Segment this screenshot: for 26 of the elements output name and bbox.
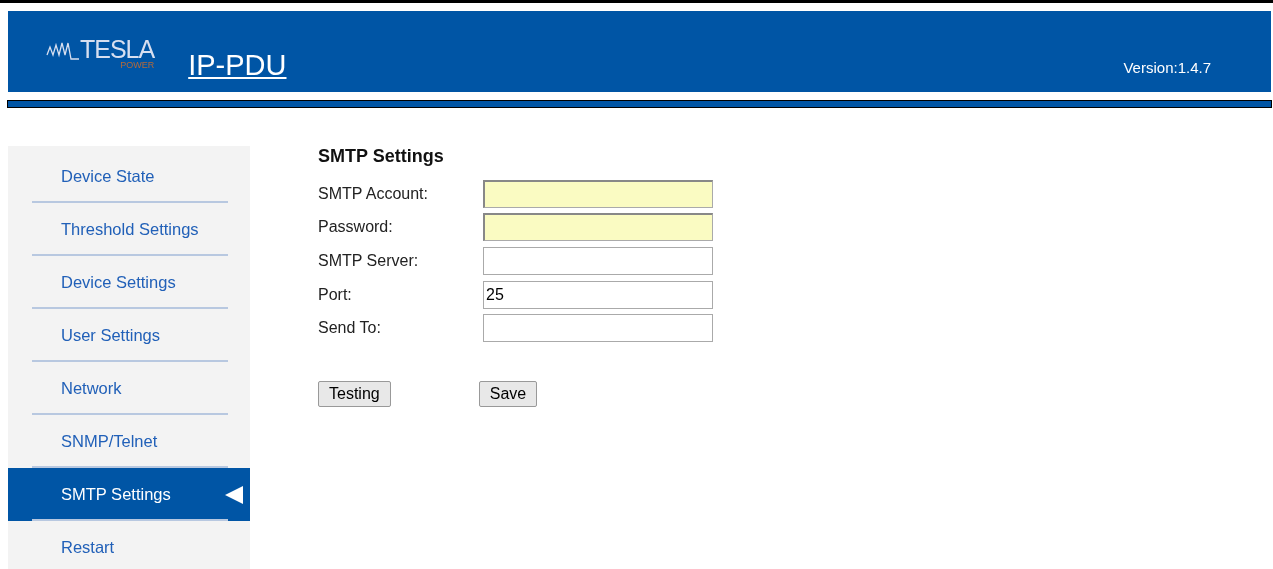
- field-label: SMTP Account:: [318, 184, 429, 203]
- field-label: Send To:: [318, 319, 382, 338]
- version-text: Version:1.4.7: [1123, 59, 1211, 76]
- section-title: SMTP Settings: [318, 146, 445, 167]
- wave-icon: [46, 41, 80, 61]
- sidebar-item[interactable]: SNMP/Telnet: [8, 415, 250, 468]
- sidebar-item[interactable]: Network: [8, 362, 250, 415]
- field-label: Port:: [318, 285, 353, 304]
- sidebar-item[interactable]: Threshold Settings: [8, 203, 250, 256]
- testing-button[interactable]: Testing: [318, 380, 391, 407]
- pointer-triangle-icon: [224, 484, 244, 505]
- input-field[interactable]: [483, 247, 713, 275]
- input-field[interactable]: [483, 213, 713, 242]
- product-title-link[interactable]: IP-PDU: [188, 49, 287, 82]
- sidebar-item[interactable]: SMTP Settings: [8, 468, 250, 521]
- sidebar-item[interactable]: Device Settings: [8, 256, 250, 309]
- save-button[interactable]: Save: [478, 380, 538, 407]
- logo-name: TESLA: [80, 37, 155, 62]
- logo-subtitle: POWER: [120, 61, 155, 70]
- field-label: SMTP Server:: [318, 252, 420, 270]
- input-field[interactable]: [483, 179, 713, 208]
- input-field[interactable]: 25: [483, 280, 713, 309]
- sidebar-item[interactable]: User Settings: [8, 309, 250, 362]
- input-field[interactable]: [483, 314, 713, 343]
- field-label: Password:: [318, 218, 394, 237]
- sidebar-item[interactable]: Device State: [8, 150, 250, 203]
